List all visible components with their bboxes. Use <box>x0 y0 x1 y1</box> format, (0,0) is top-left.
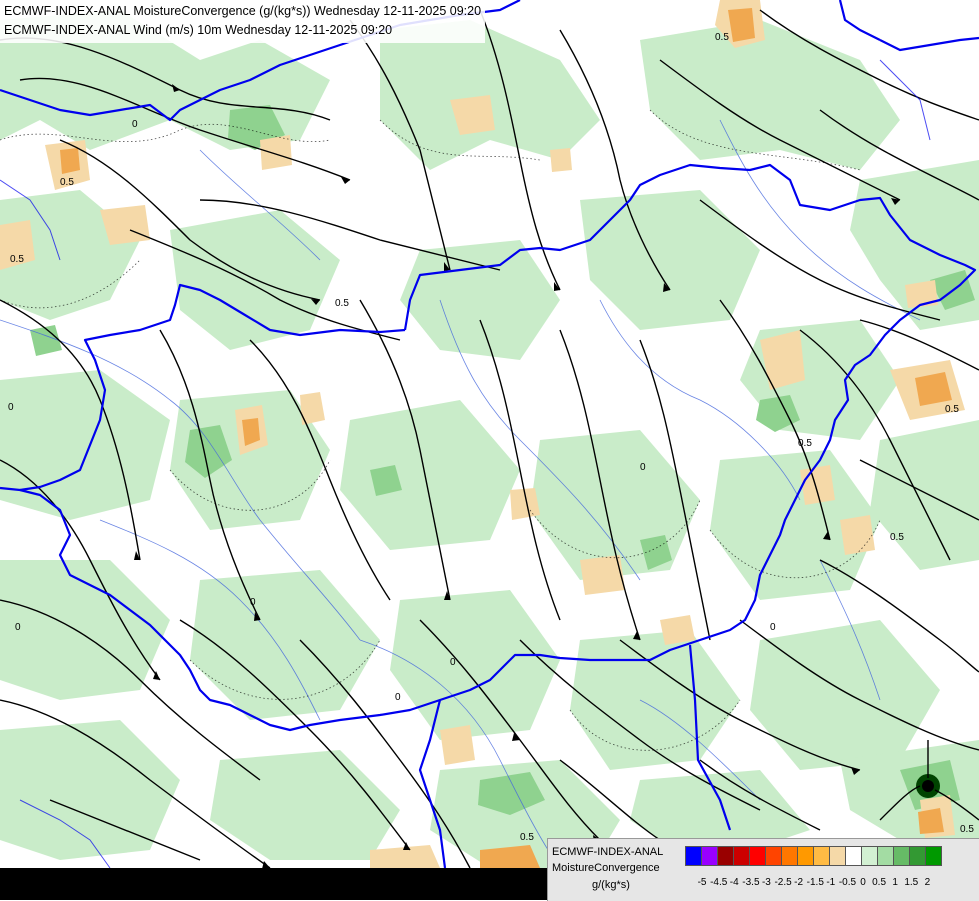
contour-label: 0 <box>450 657 456 668</box>
contour-label: 0.5 <box>945 404 959 415</box>
legend-tick-label: 0.5 <box>872 877 887 888</box>
legend-tick-label: -2.5 <box>774 877 792 888</box>
legend-tick-label: -1.5 <box>806 877 824 888</box>
title-wind: ECMWF-INDEX-ANAL Wind (m/s) 10m Wednesda… <box>4 23 393 37</box>
contour-label: 0 <box>770 622 776 633</box>
contour-label: 0.5 <box>798 438 812 449</box>
contour-label: 0 <box>132 119 138 130</box>
legend-swatch <box>685 846 702 866</box>
legend-swatch <box>797 846 814 866</box>
legend-tick-label: -0.5 <box>838 877 857 888</box>
legend-swatch <box>701 846 718 866</box>
legend-tick-label: -5 <box>697 877 707 888</box>
legend-unit: g/(kg*s) <box>592 879 630 891</box>
contour-label: 0.5 <box>10 254 24 265</box>
contour-label: 0.5 <box>890 532 904 543</box>
legend-tick-label: 2 <box>924 877 931 888</box>
legend-swatch <box>733 846 750 866</box>
legend-swatches <box>685 846 942 866</box>
contour-label: 0.5 <box>520 832 534 843</box>
title-moisture-convergence: ECMWF-INDEX-ANAL MoistureConvergence (g/… <box>4 4 482 18</box>
legend-tick-label: -3 <box>761 877 771 888</box>
legend-swatch <box>781 846 798 866</box>
legend-swatch <box>829 846 846 866</box>
legend-swatch <box>861 846 878 866</box>
map-title: ECMWF-INDEX-ANAL MoistureConvergence (g/… <box>0 0 486 43</box>
legend-swatch <box>813 846 830 866</box>
legend-swatch <box>893 846 910 866</box>
strong-convergence-center <box>922 780 934 792</box>
legend-model: ECMWF-INDEX-ANAL <box>552 846 664 858</box>
contour-label: 0.5 <box>960 824 974 835</box>
legend-tick-label: -1 <box>826 877 836 888</box>
contour-label: 0 <box>8 402 14 413</box>
legend-tick-label: -4 <box>729 877 739 888</box>
legend-tick-label: -2 <box>794 877 804 888</box>
contour-label: 0.5 <box>335 298 349 309</box>
legend-tick-label: -3.5 <box>742 877 760 888</box>
legend-swatch <box>909 846 926 866</box>
legend-ticks: -5 -4.5 -4 -3.5 -3 -2.5 -2 -1.5 -1 -0.5 0 0.5 1 1.5 2 <box>694 877 935 888</box>
legend-swatch <box>765 846 782 866</box>
contour-label: 0 <box>15 622 21 633</box>
legend-swatch <box>877 846 894 866</box>
contour-label: 0 <box>250 597 256 608</box>
legend-tick-label: 0 <box>860 877 866 888</box>
legend-tick-label: 1.5 <box>904 877 919 888</box>
contour-label: 0 <box>395 692 401 703</box>
legend-tick-label: 1 <box>892 877 898 888</box>
legend-swatch <box>749 846 766 866</box>
contour-label: 0.5 <box>60 177 74 188</box>
color-legend: ECMWF-INDEX-ANAL MoistureConvergence g/(… <box>547 838 979 901</box>
weather-map: 0 0 0 0 0 0 0 0 0.5 0.5 0.5 0.5 0.5 0.5 … <box>0 0 979 900</box>
legend-swatch <box>925 846 942 866</box>
legend-swatch <box>845 846 862 866</box>
map-nodata-band <box>0 868 547 900</box>
legend-tick-label: -4.5 <box>710 877 728 888</box>
contour-label: 0.5 <box>715 32 729 43</box>
legend-parameter: MoistureConvergence <box>552 862 660 874</box>
contour-label: 0 <box>640 462 646 473</box>
legend-swatch <box>717 846 734 866</box>
